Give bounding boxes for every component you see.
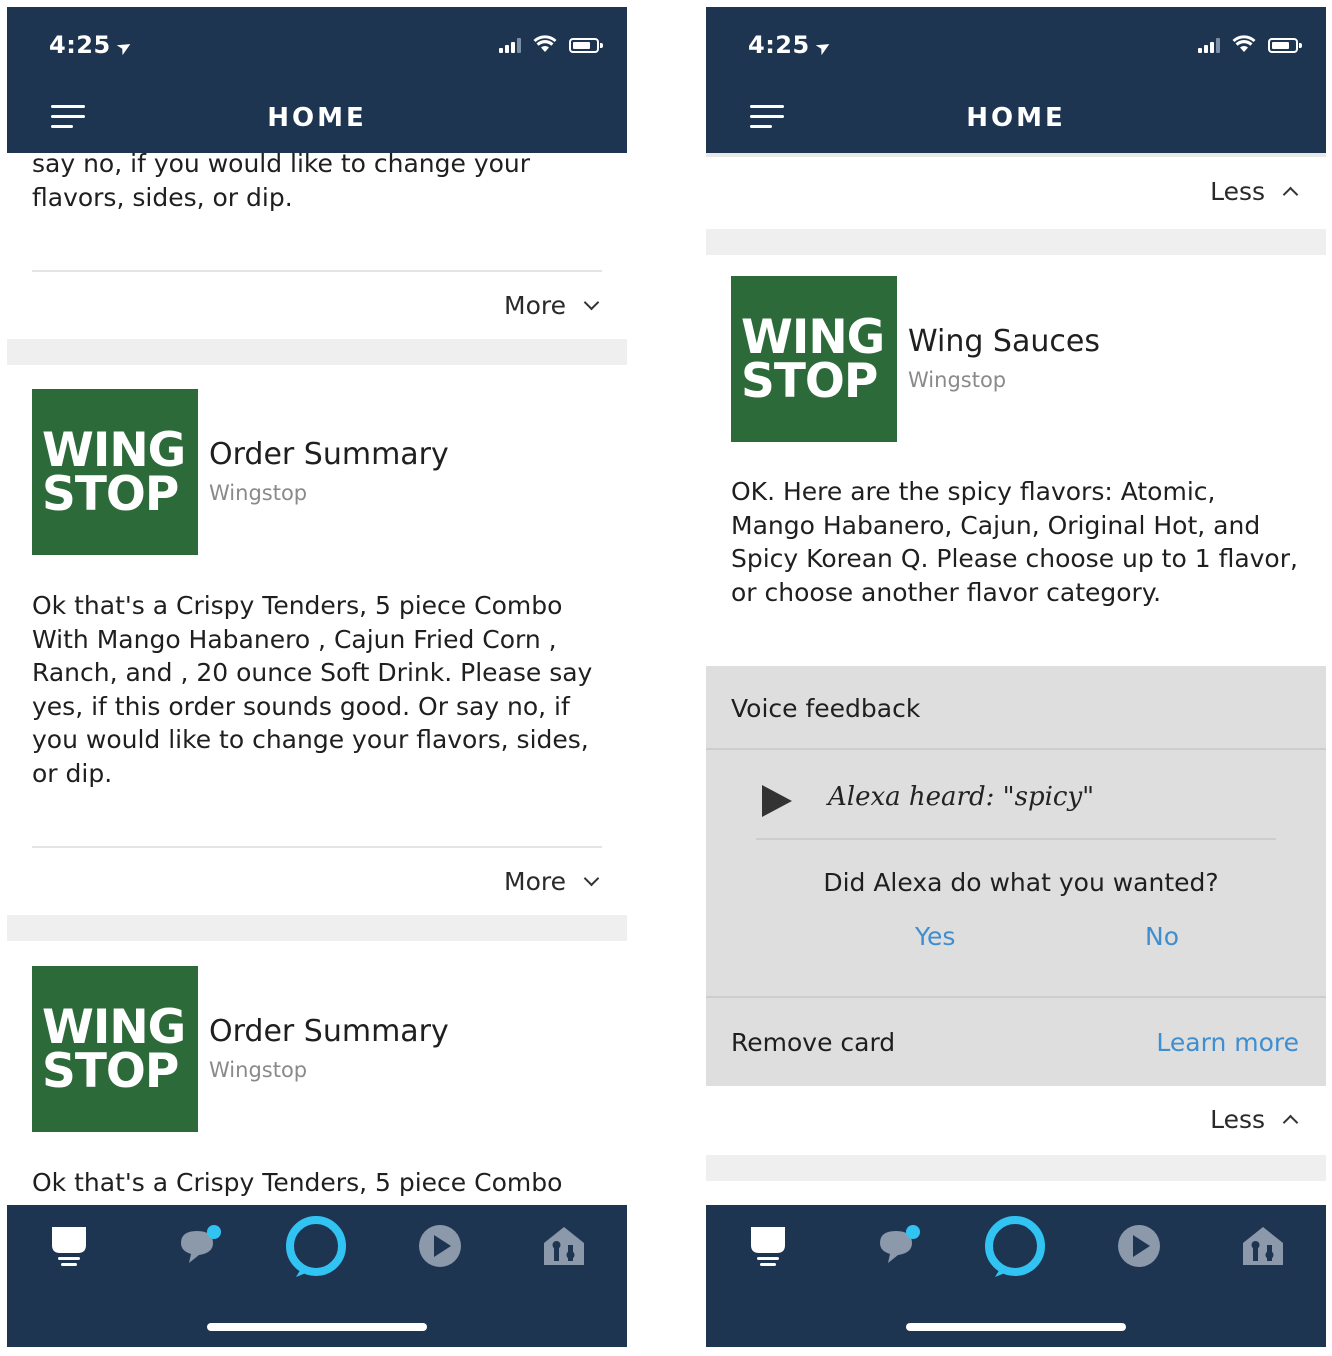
- card-body-text: Ok that's a Crispy Tenders, 5 piece Comb…: [32, 1168, 563, 1197]
- card-body-text: say no, if you would like to change your…: [32, 153, 531, 212]
- voice-feedback-panel: Voice feedback Alexa heard: "spicy" Did …: [706, 666, 1326, 1086]
- card-subtitle: Wingstop: [209, 1058, 308, 1082]
- status-bar: 4:25➤: [706, 7, 1326, 83]
- devices-icon[interactable]: [1238, 1221, 1288, 1271]
- phone-screen-left: 4:25➤ HOME say no, if you would like to …: [7, 7, 627, 1347]
- chevron-down-icon: [583, 294, 600, 311]
- no-button[interactable]: No: [1145, 922, 1179, 951]
- card-separator: [706, 229, 1326, 255]
- app-header: HOME: [706, 83, 1326, 153]
- card-header: WING STOP Order Summary Wingstop: [32, 389, 612, 555]
- less-label: Less: [1210, 177, 1265, 206]
- more-label: More: [504, 291, 566, 320]
- card-separator: [7, 339, 627, 365]
- wingstop-logo: WING STOP: [32, 966, 198, 1132]
- app-header: HOME: [7, 83, 627, 153]
- feed[interactable]: Less WING STOP Wing Sauces Wingstop OK. H…: [706, 153, 1326, 1205]
- play-icon[interactable]: [1114, 1221, 1164, 1271]
- home-icon[interactable]: [44, 1221, 94, 1271]
- bottom-tab-bar: [706, 1205, 1326, 1347]
- play-icon[interactable]: [762, 785, 792, 817]
- page-title: HOME: [966, 103, 1066, 133]
- divider: [32, 846, 602, 848]
- card-subtitle: Wingstop: [908, 368, 1007, 392]
- voice-feedback-label: Voice feedback: [731, 694, 921, 723]
- cellular-signal-icon: [1198, 37, 1220, 53]
- battery-icon: [1268, 38, 1302, 53]
- wingstop-logo: WING STOP: [32, 389, 198, 555]
- battery-icon: [569, 38, 603, 53]
- card-title: Order Summary: [209, 437, 449, 472]
- chevron-down-icon: [583, 870, 600, 887]
- alexa-icon[interactable]: [283, 1215, 349, 1281]
- wingstop-logo: WING STOP: [731, 276, 897, 442]
- phone-screen-right: 4:25➤ HOME Less WING STOP Wing Sauces Win…: [706, 7, 1326, 1347]
- home-indicator[interactable]: [207, 1323, 427, 1331]
- card-header: WING STOP Order Summary Wingstop: [32, 966, 612, 1132]
- cellular-signal-icon: [499, 37, 521, 53]
- card-header: WING STOP Wing Sauces Wingstop: [731, 276, 1311, 442]
- card-separator: [706, 1155, 1326, 1181]
- alexa-heard-text: Alexa heard: "spicy": [828, 782, 1095, 812]
- yes-button[interactable]: Yes: [915, 922, 955, 951]
- card-title: Order Summary: [209, 1014, 449, 1049]
- status-bar: 4:25➤: [7, 7, 627, 83]
- less-button[interactable]: Less: [1210, 1105, 1299, 1134]
- learn-more-link[interactable]: Learn more: [1156, 1028, 1299, 1057]
- home-indicator[interactable]: [906, 1323, 1126, 1331]
- divider: [706, 153, 1326, 157]
- communicate-icon[interactable]: [874, 1221, 924, 1271]
- play-icon[interactable]: [415, 1221, 465, 1271]
- card-title: Wing Sauces: [908, 324, 1100, 359]
- more-button[interactable]: More: [504, 867, 600, 896]
- divider: [706, 996, 1326, 998]
- card-separator: [7, 915, 627, 941]
- more-label: More: [504, 867, 566, 896]
- card-subtitle: Wingstop: [209, 481, 308, 505]
- page-title: HOME: [267, 103, 367, 133]
- divider: [32, 270, 602, 272]
- alexa-icon[interactable]: [982, 1215, 1048, 1281]
- chevron-up-icon: [1282, 186, 1299, 203]
- more-button[interactable]: More: [504, 291, 600, 320]
- devices-icon[interactable]: [539, 1221, 589, 1271]
- feed[interactable]: say no, if you would like to change your…: [7, 153, 627, 1205]
- location-arrow-icon: ➤: [811, 34, 836, 61]
- remove-card-button[interactable]: Remove card: [731, 1028, 895, 1057]
- location-arrow-icon: ➤: [112, 34, 137, 61]
- wifi-icon: [1232, 35, 1256, 52]
- card-body-text: OK. Here are the spicy flavors: Atomic, …: [731, 477, 1298, 607]
- home-icon[interactable]: [743, 1221, 793, 1271]
- card-body-text: Ok that's a Crispy Tenders, 5 piece Comb…: [32, 591, 593, 788]
- communicate-icon[interactable]: [175, 1221, 225, 1271]
- less-button[interactable]: Less: [1210, 177, 1299, 206]
- chevron-up-icon: [1282, 1114, 1299, 1131]
- divider: [706, 748, 1326, 750]
- wifi-icon: [533, 35, 557, 52]
- status-time: 4:25: [748, 31, 810, 59]
- bottom-tab-bar: [7, 1205, 627, 1347]
- status-time: 4:25: [49, 31, 111, 59]
- divider: [756, 838, 1276, 840]
- feedback-question: Did Alexa do what you wanted?: [823, 868, 1219, 897]
- less-label: Less: [1210, 1105, 1265, 1134]
